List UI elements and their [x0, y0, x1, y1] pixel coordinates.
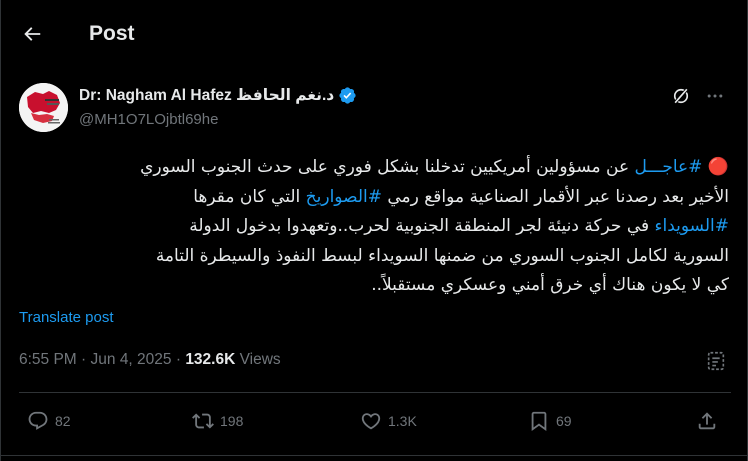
translate-post-link[interactable]: Translate post — [19, 309, 114, 326]
author-handle[interactable]: @MH1O7LOjbtl69he — [79, 111, 218, 128]
more-icon — [707, 94, 723, 98]
post-line-2: الأخير بعد رصدنا عبر الأقمار الصناعية مو… — [17, 183, 729, 213]
avatar-image — [19, 83, 68, 132]
reply-count: 82 — [55, 413, 71, 429]
post-meta: 6:55 PM · Jun 4, 2025 · 132.6K Views — [19, 351, 281, 369]
reply-button[interactable]: 82 — [27, 410, 71, 432]
arrow-left-icon — [24, 27, 41, 41]
verified-badge-icon — [339, 87, 356, 104]
share-icon — [698, 412, 716, 430]
post-line-2-post: التي كان مقرها — [193, 186, 306, 207]
grok-icon — [673, 87, 689, 105]
post-line-5: كي لا يكون هناك أي خرق أمني وعسكري مستقب… — [371, 275, 729, 295]
post-line-1: 🔴 #عاجـــل عن مسؤولين أمريكيين تدخلنا بش… — [17, 153, 729, 183]
red-circle-emoji: 🔴 — [707, 157, 729, 177]
like-count: 1.3K — [388, 413, 417, 429]
post-page: Post Dr: Nagham Al Hafez د.نغم الحافظ @M… — [0, 0, 748, 461]
author-name-row[interactable]: Dr: Nagham Al Hafez د.نغم الحافظ — [79, 86, 357, 105]
divider — [19, 392, 731, 393]
back-button[interactable] — [15, 17, 49, 51]
hashtag-sweida[interactable]: #السويداء — [655, 216, 729, 236]
retweet-icon — [192, 413, 214, 429]
bottom-divider — [1, 455, 748, 456]
post-line-2-pre: الأخير بعد رصدنا عبر الأقمار الصناعية مو… — [381, 186, 729, 207]
top-bar: Post — [1, 0, 748, 70]
post-line-4: السورية لكامل الجنوب السوري من ضمنها الس… — [155, 245, 729, 266]
more-button[interactable] — [701, 84, 729, 108]
post-time[interactable]: 6:55 PM — [19, 351, 77, 369]
reply-icon — [28, 411, 48, 430]
hashtag-missiles[interactable]: #الصواريخ — [306, 187, 382, 207]
heart-icon — [361, 413, 381, 430]
meta-separator-2: · — [171, 351, 186, 368]
share-button[interactable] — [696, 410, 718, 432]
analytics-button[interactable] — [704, 349, 728, 373]
bookmark-count: 69 — [556, 413, 572, 429]
views-label: Views — [235, 351, 281, 368]
post-date[interactable]: Jun 4, 2025 — [91, 351, 172, 369]
post-line-3: #السويداء في حركة دنيئة لجر المنطقة الجن… — [17, 212, 729, 242]
meta-separator: · — [76, 351, 91, 368]
views-count: 132.6K — [185, 351, 236, 368]
like-button[interactable]: 1.3K — [360, 410, 417, 432]
bookmark-icon — [531, 411, 547, 432]
avatar[interactable] — [19, 83, 68, 132]
retweet-count: 198 — [220, 413, 244, 429]
grok-button[interactable] — [669, 84, 693, 108]
hashtag-breaking[interactable]: #عاجـــل — [635, 157, 703, 177]
bookmark-button[interactable]: 69 — [528, 410, 572, 432]
page-title: Post — [89, 22, 135, 45]
post-text: 🔴 #عاجـــل عن مسؤولين أمريكيين تدخلنا بش… — [17, 153, 729, 301]
retweet-button[interactable]: 198 — [192, 410, 243, 432]
author-display-name[interactable]: Dr: Nagham Al Hafez د.نغم الحافظ — [79, 86, 334, 105]
analytics-icon — [707, 351, 725, 371]
post-line-3-text: في حركة دنيئة لجر المنطقة الجنوبية لحرب.… — [189, 216, 655, 236]
post-line-1-text: عن مسؤولين أمريكيين تدخلنا بشكل فوري على… — [140, 157, 635, 177]
